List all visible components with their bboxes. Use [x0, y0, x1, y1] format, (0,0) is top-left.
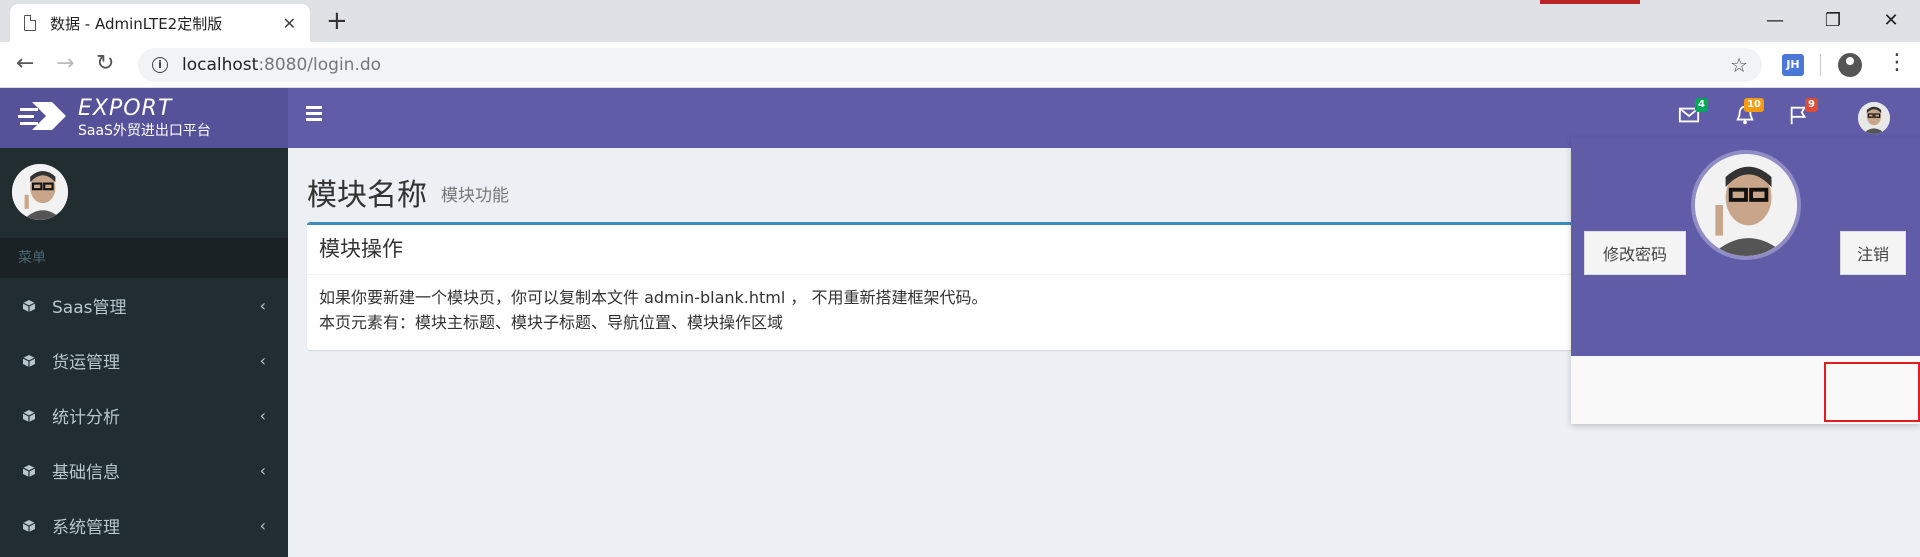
chevron-left-icon: ‹: [259, 516, 266, 535]
browser-tab[interactable]: 数据 - AdminLTE2定制版 ✕: [10, 4, 310, 42]
profile-icon[interactable]: [1838, 53, 1862, 77]
chevron-left-icon: ‹: [259, 461, 266, 480]
user-avatar[interactable]: [1858, 102, 1890, 134]
sidebar-toggle-icon[interactable]: [306, 106, 322, 124]
cube-icon: [22, 464, 36, 477]
logout-button[interactable]: 注销: [1840, 231, 1906, 275]
sidebar-item-basic-info[interactable]: 基础信息 ‹: [0, 443, 288, 498]
page-subtitle: 模块功能: [441, 186, 509, 206]
logo[interactable]: EXPORT SaaS外贸进出口平台: [0, 88, 288, 148]
minimize-button[interactable]: —: [1752, 4, 1798, 36]
content-box: 模块操作 如果你要新建一个模块页，你可以复制本文件 admin-blank.ht…: [307, 222, 1627, 350]
sidebar: 菜单 Saas管理 ‹ 货运管理 ‹ 统计分析 ‹ 基础信息 ‹ 系统管理 ‹: [0, 148, 288, 557]
tab-close-icon[interactable]: ✕: [283, 14, 296, 33]
close-window-button[interactable]: ✕: [1868, 4, 1914, 36]
cube-icon: [22, 409, 36, 422]
new-tab-button[interactable]: +: [326, 6, 348, 36]
highlight-box: [1824, 362, 1920, 422]
messages-badge: 4: [1695, 98, 1708, 112]
browser-menu-icon[interactable]: ⋮: [1886, 50, 1908, 75]
box-title: 模块操作: [307, 225, 1627, 275]
browser-tab-bar: 数据 - AdminLTE2定制版 ✕ + — ❐ ✕: [0, 0, 1920, 42]
tasks-menu[interactable]: 9: [1788, 98, 1818, 128]
cube-icon: [22, 354, 36, 367]
page-title: 模块名称: [307, 178, 427, 213]
notifications-menu[interactable]: 10: [1734, 98, 1764, 128]
sidebar-item-label: 货运管理: [52, 353, 120, 373]
notifications-badge: 10: [1744, 98, 1764, 112]
user-avatar-image: [1858, 102, 1890, 134]
chevron-left-icon: ‹: [259, 351, 266, 370]
change-password-button[interactable]: 修改密码: [1584, 231, 1686, 275]
export-logo-icon: [18, 102, 66, 130]
sidebar-item-label: 系统管理: [52, 518, 120, 538]
url-host: localhost: [182, 55, 259, 75]
info-icon[interactable]: i: [152, 57, 168, 73]
url-path: :8080/login.do: [258, 55, 382, 75]
toolbar-divider: [1820, 54, 1821, 76]
cube-icon: [22, 519, 36, 532]
sidebar-item-label: 统计分析: [52, 408, 120, 428]
tab-title: 数据 - AdminLTE2定制版: [50, 14, 223, 33]
url-field[interactable]: i localhost:8080/login.do ☆: [138, 48, 1762, 82]
sidebar-avatar-image: [12, 164, 68, 220]
dropdown-avatar-image: [1695, 154, 1797, 256]
sidebar-item-saas[interactable]: Saas管理 ‹: [0, 278, 288, 333]
maximize-button[interactable]: ❐: [1810, 4, 1856, 36]
sidebar-item-label: 基础信息: [52, 463, 120, 483]
back-arrow-icon[interactable]: ←: [16, 52, 34, 76]
box-text-line: 如果你要新建一个模块页，你可以复制本文件 admin-blank.html ， …: [319, 288, 988, 307]
messages-menu[interactable]: 4: [1678, 98, 1708, 128]
reload-icon[interactable]: ↻: [96, 52, 114, 76]
box-text-line: 本页元素有：模块主标题、模块子标题、导航位置、模块操作区域: [319, 313, 784, 332]
extension-jh-icon[interactable]: JH: [1782, 54, 1804, 76]
sidebar-item-system[interactable]: 系统管理 ‹: [0, 498, 288, 553]
chevron-left-icon: ‹: [259, 296, 266, 315]
sidebar-item-label: Saas管理: [52, 298, 127, 318]
cube-icon: [22, 299, 36, 312]
sidebar-item-statistics[interactable]: 统计分析 ‹: [0, 388, 288, 443]
sidebar-avatar: [12, 164, 68, 220]
chevron-left-icon: ‹: [259, 406, 266, 425]
red-marker: [1540, 0, 1640, 4]
bookmark-star-icon[interactable]: ☆: [1730, 53, 1748, 77]
sidebar-header: 菜单: [0, 238, 288, 278]
brand-subtitle: SaaS外贸进出口平台: [78, 123, 211, 139]
forward-arrow-icon[interactable]: →: [56, 52, 74, 76]
box-body: 如果你要新建一个模块页，你可以复制本文件 admin-blank.html ， …: [307, 275, 1627, 345]
sidebar-item-shipping[interactable]: 货运管理 ‹: [0, 333, 288, 388]
tasks-badge: 9: [1805, 98, 1818, 112]
brand-title: EXPORT: [78, 96, 173, 121]
sidebar-user-panel: [0, 148, 288, 238]
page-icon: [24, 15, 36, 31]
dropdown-avatar: [1691, 150, 1801, 260]
address-bar-row: ← → ↻ i localhost:8080/login.do ☆ JH ⋮: [0, 42, 1920, 88]
